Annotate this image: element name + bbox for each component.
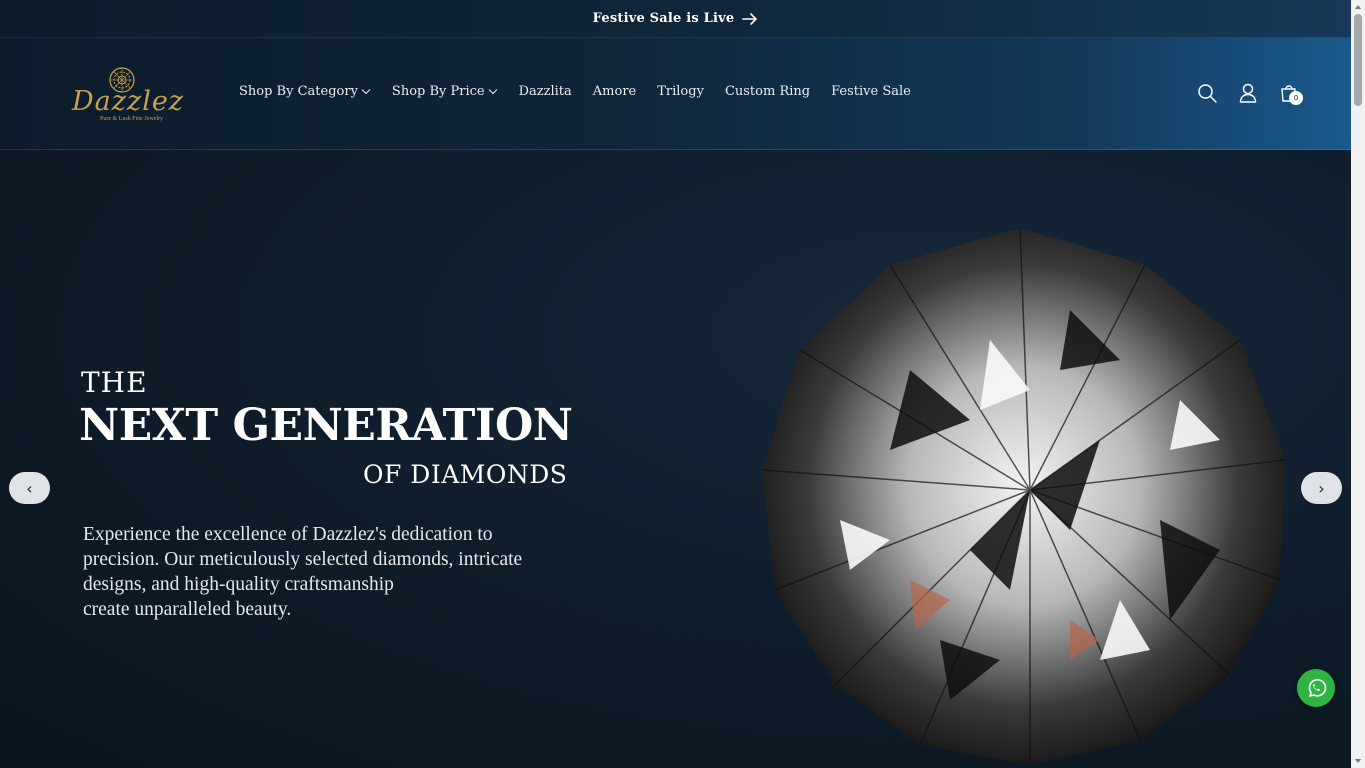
hero-heading-line2: NEXT GENERATION: [79, 400, 573, 451]
hero-description-line: precision. Our meticulously selected dia…: [83, 549, 523, 570]
chevron-down-icon: [361, 89, 371, 95]
logo-wordmark: Dazzlez: [72, 86, 185, 117]
main-nav: Shop By Category Shop By Price Dazzlita …: [239, 84, 911, 99]
whatsapp-button[interactable]: [1297, 669, 1335, 707]
scrollbar-thumb[interactable]: [1354, 14, 1362, 106]
diamond-image: [761, 227, 1286, 765]
hero-description-line: create unparalleled beauty.: [83, 599, 292, 620]
nav-label: Shop By Category: [239, 84, 358, 99]
cart-count-badge: 0: [1289, 91, 1303, 105]
scroll-down-arrow-icon[interactable]: [1354, 757, 1362, 765]
header-icons: 0: [1196, 82, 1303, 105]
search-button[interactable]: [1196, 82, 1218, 104]
page-scrollbar[interactable]: [1351, 0, 1365, 768]
nav-dazzlita[interactable]: Dazzlita: [519, 84, 572, 99]
nav-shop-by-category[interactable]: Shop By Category: [239, 84, 371, 99]
nav-trilogy[interactable]: Trilogy: [657, 84, 704, 99]
announcement-bar[interactable]: Festive Sale is Live: [0, 0, 1351, 38]
nav-shop-by-price[interactable]: Shop By Price: [392, 84, 498, 99]
hero-slideshow: THE NEXT GENERATION OF DIAMONDS Experien…: [0, 150, 1351, 768]
search-icon: [1198, 84, 1217, 103]
slide-prev-button[interactable]: ‹: [9, 472, 50, 504]
nav-custom-ring[interactable]: Custom Ring: [725, 84, 810, 99]
nav-label: Shop By Price: [391, 84, 485, 99]
chevron-down-icon: [488, 89, 497, 95]
nav-festive-sale[interactable]: Festive Sale: [831, 84, 911, 99]
cart-button[interactable]: 0: [1278, 82, 1303, 105]
nav-amore[interactable]: Amore: [593, 84, 636, 99]
account-button[interactable]: [1237, 82, 1259, 104]
logo-tagline: Pure & Lush Fine Jewelry: [100, 116, 163, 122]
hero-description-line: designs, and high-quality craftsmanship: [83, 574, 394, 595]
hero-heading-line1: THE: [81, 366, 148, 399]
hero-description-line: Experience the excellence of Dazzlez's d…: [83, 524, 493, 545]
hero-description: Experience the excellence of Dazzlez's d…: [83, 522, 553, 622]
logo[interactable]: Dazzlez Pure & Lush Fine Jewelry: [70, 64, 183, 126]
site-header: Dazzlez Pure & Lush Fine Jewelry Shop By…: [0, 38, 1351, 150]
whatsapp-icon: [1308, 679, 1327, 697]
hero-heading-line3: OF DIAMONDS: [363, 460, 568, 489]
scroll-up-arrow-icon[interactable]: [1354, 3, 1362, 11]
arrow-right-icon: [742, 12, 758, 25]
announcement-text[interactable]: Festive Sale is Live: [593, 11, 735, 26]
account-icon: [1239, 83, 1257, 103]
slide-next-button[interactable]: ›: [1301, 472, 1342, 504]
